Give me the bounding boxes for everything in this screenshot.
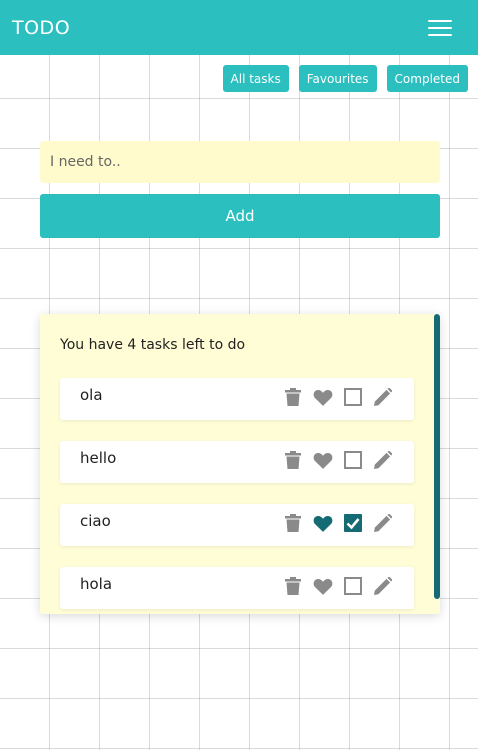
task-input[interactable] <box>40 141 440 183</box>
scrollbar[interactable] <box>434 314 440 599</box>
tasks-summary: You have 4 tasks left to do <box>60 337 246 353</box>
menu-bar <box>428 19 452 22</box>
checkbox-icon[interactable] <box>343 450 363 470</box>
pencil-icon[interactable] <box>373 387 393 407</box>
menu-bar <box>428 33 452 36</box>
task-actions <box>283 576 393 596</box>
filter-completed-button[interactable]: Completed <box>386 65 468 92</box>
pencil-icon[interactable] <box>373 450 393 470</box>
pencil-icon[interactable] <box>373 576 393 596</box>
tasks-panel: You have 4 tasks left to do ola hello ciao… <box>40 314 440 614</box>
heart-icon[interactable] <box>313 450 333 470</box>
task-actions <box>283 513 393 533</box>
task-item: ola <box>60 378 414 420</box>
filter-favourites-button[interactable]: Favourites <box>298 65 377 92</box>
task-label: hola <box>80 575 113 593</box>
task-item: hola <box>60 567 414 609</box>
filter-all-tasks-button[interactable]: All tasks <box>222 65 289 92</box>
task-label: ola <box>80 386 103 404</box>
menu-bar <box>428 26 452 29</box>
hamburger-menu-icon[interactable] <box>428 19 452 36</box>
pencil-icon[interactable] <box>373 513 393 533</box>
task-actions <box>283 387 393 407</box>
app-title: TODO <box>12 16 71 39</box>
heart-filled-icon[interactable] <box>313 513 333 533</box>
task-label: hello <box>80 449 117 467</box>
task-label: ciao <box>80 512 111 530</box>
add-button[interactable]: Add <box>40 194 440 238</box>
checkbox-icon[interactable] <box>343 576 363 596</box>
heart-icon[interactable] <box>313 576 333 596</box>
task-actions <box>283 450 393 470</box>
trash-icon[interactable] <box>283 576 303 596</box>
trash-icon[interactable] <box>283 450 303 470</box>
trash-icon[interactable] <box>283 513 303 533</box>
checkbox-icon[interactable] <box>343 387 363 407</box>
task-item: ciao <box>60 504 414 546</box>
filter-bar: All tasks Favourites Completed <box>222 65 468 92</box>
heart-icon[interactable] <box>313 387 333 407</box>
task-item: hello <box>60 441 414 483</box>
app-header: TODO <box>0 0 478 55</box>
trash-icon[interactable] <box>283 387 303 407</box>
checkbox-checked-icon[interactable] <box>343 513 363 533</box>
